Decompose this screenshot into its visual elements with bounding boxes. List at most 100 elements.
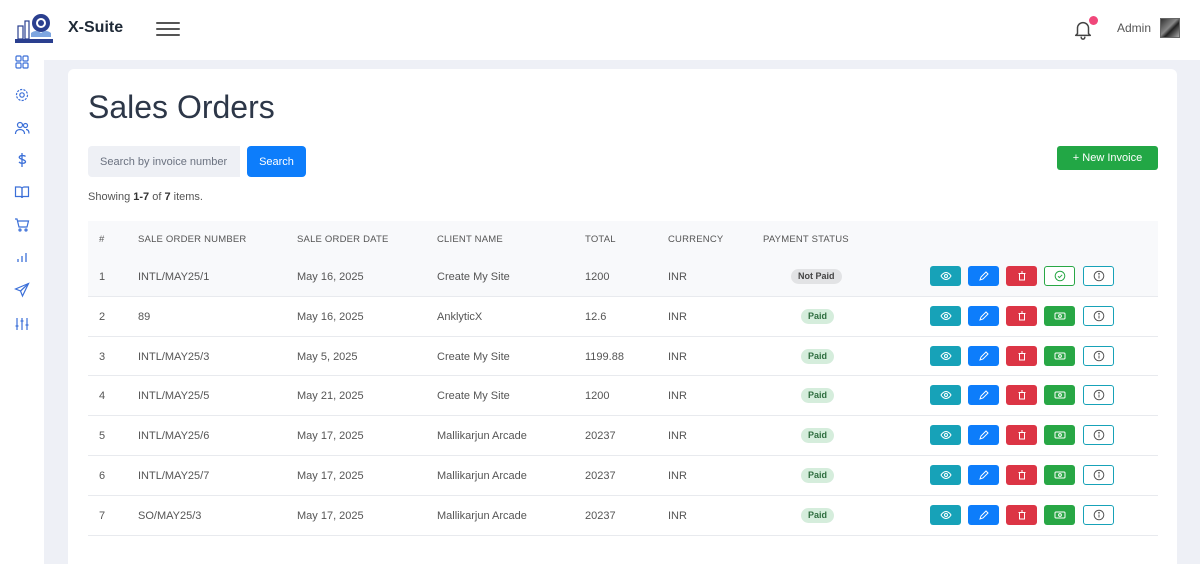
- pencil-icon: [968, 509, 999, 521]
- notification-dot: [1089, 16, 1098, 25]
- edit-button[interactable]: [968, 464, 999, 485]
- info-button[interactable]: [1083, 266, 1114, 286]
- mark-paid-button[interactable]: [1044, 266, 1075, 286]
- cell-client-name: Create My Site: [437, 390, 510, 403]
- delete-button[interactable]: [1006, 464, 1037, 485]
- dashboard-icon[interactable]: [14, 54, 30, 70]
- table-row[interactable]: 7 SO/MAY25/3 May 17, 2025 Mallikarjun Arcad…: [88, 496, 1158, 536]
- cell-index: 5: [99, 430, 106, 443]
- chart-icon[interactable]: [14, 249, 30, 265]
- dollar-icon[interactable]: [14, 152, 30, 168]
- info-icon: [1084, 310, 1113, 322]
- info-icon: [1084, 429, 1113, 441]
- pencil-icon: [968, 389, 999, 401]
- info-button[interactable]: [1083, 345, 1114, 366]
- table-row[interactable]: 1 INTL/MAY25/1 May 16, 2025 Create My Site 1…: [88, 257, 1158, 297]
- payment-button[interactable]: [1044, 345, 1075, 366]
- view-button[interactable]: [930, 266, 961, 286]
- cell-order-number[interactable]: INTL/MAY25/7: [138, 470, 209, 482]
- company-logo[interactable]: [14, 12, 56, 44]
- info-icon: [1084, 350, 1113, 362]
- book-icon[interactable]: [14, 184, 30, 200]
- status-badge: Paid: [801, 308, 835, 324]
- info-icon: [1084, 389, 1113, 401]
- edit-button[interactable]: [968, 305, 999, 326]
- view-button[interactable]: [930, 385, 961, 406]
- view-button[interactable]: [930, 504, 961, 525]
- column-header-client-name[interactable]: CLIENT NAME: [437, 234, 503, 245]
- view-button[interactable]: [930, 464, 961, 485]
- view-button[interactable]: [930, 345, 961, 366]
- trash-icon: [1006, 350, 1037, 362]
- delete-button[interactable]: [1006, 385, 1037, 406]
- cell-order-number[interactable]: INTL/MAY25/1: [138, 271, 209, 283]
- users-icon[interactable]: [14, 120, 30, 136]
- view-button[interactable]: [930, 305, 961, 326]
- table-row[interactable]: 4 INTL/MAY25/5 May 21, 2025 Create My Site 1…: [88, 376, 1158, 417]
- cell-index: 1: [99, 271, 106, 283]
- info-button[interactable]: [1083, 385, 1114, 406]
- delete-button[interactable]: [1006, 305, 1037, 326]
- column-header-payment-status[interactable]: PAYMENT STATUS: [763, 234, 849, 245]
- cell-index: 2: [99, 310, 106, 323]
- delete-button[interactable]: [1006, 504, 1037, 525]
- edit-button[interactable]: [968, 385, 999, 406]
- cell-order-number[interactable]: INTL/MAY25/5: [138, 390, 209, 402]
- table-row[interactable]: 5 INTL/MAY25/6 May 17, 2025 Mallikarjun Arc…: [88, 416, 1158, 456]
- payment-button[interactable]: [1044, 425, 1075, 446]
- cell-order-date: May 17, 2025: [297, 469, 364, 482]
- delete-button[interactable]: [1006, 425, 1037, 446]
- new-invoice-button[interactable]: + New Invoice: [1057, 146, 1158, 170]
- showing-summary: Showing 1-7 of 7 items.: [88, 191, 203, 203]
- cell-index: 6: [99, 469, 106, 482]
- column-header-currency[interactable]: CURRENCY: [668, 234, 723, 245]
- table-row[interactable]: 3 INTL/MAY25/3 May 5, 2025 Create My Site 11…: [88, 337, 1158, 377]
- send-icon[interactable]: [14, 282, 30, 298]
- edit-button[interactable]: [968, 504, 999, 525]
- cell-total: 1199.88: [585, 350, 624, 363]
- cell-order-number[interactable]: SO/MAY25/3: [138, 510, 201, 522]
- column-header-order-date[interactable]: SALE ORDER DATE: [297, 234, 389, 245]
- payment-button[interactable]: [1044, 464, 1075, 485]
- cell-order-number[interactable]: INTL/MAY25/6: [138, 430, 209, 442]
- delete-button[interactable]: [1006, 266, 1037, 286]
- table-row[interactable]: 6 INTL/MAY25/7 May 17, 2025 Mallikarjun Arc…: [88, 456, 1158, 496]
- view-button[interactable]: [930, 425, 961, 446]
- status-badge: Paid: [801, 467, 835, 483]
- info-button[interactable]: [1083, 305, 1114, 326]
- sliders-icon[interactable]: [14, 316, 30, 332]
- info-button[interactable]: [1083, 425, 1114, 446]
- cell-client-name: Mallikarjun Arcade: [437, 509, 527, 522]
- edit-button[interactable]: [968, 425, 999, 446]
- payment-button[interactable]: [1044, 385, 1075, 406]
- content-card: Sales Orders Search + New Invoice Showin…: [68, 69, 1177, 564]
- cell-order-number[interactable]: 89: [138, 311, 150, 323]
- edit-button[interactable]: [968, 345, 999, 366]
- info-button[interactable]: [1083, 464, 1114, 485]
- info-button[interactable]: [1083, 504, 1114, 525]
- user-name[interactable]: Admin: [1117, 21, 1151, 35]
- pencil-icon: [968, 429, 999, 441]
- avatar[interactable]: [1160, 18, 1180, 38]
- delete-button[interactable]: [1006, 345, 1037, 366]
- pencil-icon: [968, 310, 999, 322]
- trash-icon: [1006, 429, 1037, 441]
- cell-index: 3: [99, 350, 106, 363]
- page-title: Sales Orders: [88, 89, 275, 125]
- showing-prefix: Showing: [88, 191, 134, 203]
- payment-button[interactable]: [1044, 504, 1075, 525]
- edit-button[interactable]: [968, 266, 999, 286]
- top-bar: X-Suite Admin: [0, 0, 1200, 60]
- column-header-order-number[interactable]: SALE ORDER NUMBER: [138, 234, 246, 245]
- settings-icon[interactable]: [14, 87, 30, 103]
- search-input[interactable]: [88, 146, 240, 177]
- menu-toggle-icon[interactable]: [156, 18, 180, 40]
- cash-icon: [1044, 350, 1075, 362]
- payment-button[interactable]: [1044, 305, 1075, 326]
- cell-order-number[interactable]: INTL/MAY25/3: [138, 351, 209, 363]
- table-row[interactable]: 2 89 May 16, 2025 AnklyticX 12.6 INR Paid: [88, 297, 1158, 337]
- column-header-total[interactable]: TOTAL: [585, 234, 616, 245]
- cell-currency: INR: [668, 509, 687, 522]
- cart-icon[interactable]: [14, 217, 30, 233]
- search-button[interactable]: Search: [247, 146, 306, 177]
